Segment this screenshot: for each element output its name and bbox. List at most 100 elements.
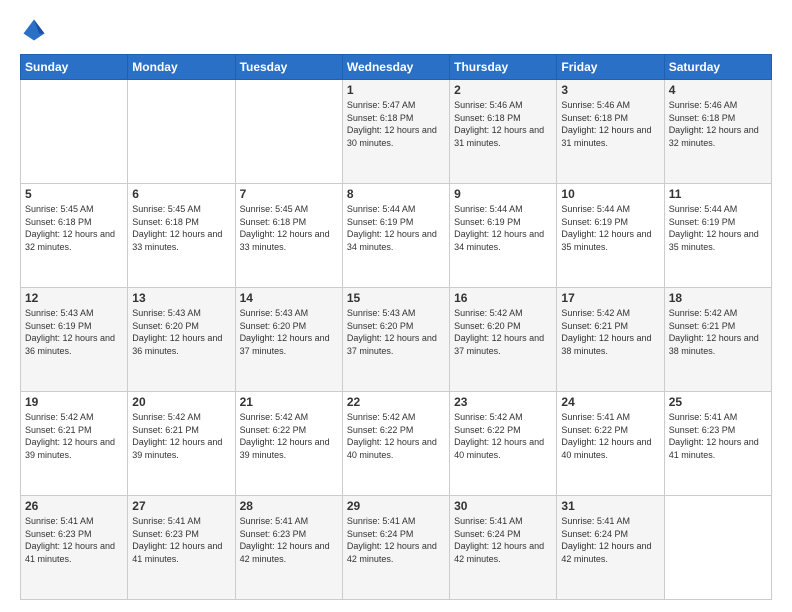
col-header-tuesday: Tuesday: [235, 55, 342, 80]
day-number: 28: [240, 499, 338, 513]
calendar-cell: 27 Sunrise: 5:41 AM Sunset: 6:23 PM Dayli…: [128, 496, 235, 600]
calendar-cell: 10 Sunrise: 5:44 AM Sunset: 6:19 PM Dayli…: [557, 184, 664, 288]
day-info: Sunrise: 5:41 AM Sunset: 6:23 PM Dayligh…: [25, 515, 123, 565]
calendar-cell: 6 Sunrise: 5:45 AM Sunset: 6:18 PM Daylig…: [128, 184, 235, 288]
calendar-cell: [664, 496, 771, 600]
calendar-cell: [128, 80, 235, 184]
day-info: Sunrise: 5:46 AM Sunset: 6:18 PM Dayligh…: [669, 99, 767, 149]
day-number: 15: [347, 291, 445, 305]
logo: [20, 16, 52, 44]
day-number: 27: [132, 499, 230, 513]
week-row-4: 19 Sunrise: 5:42 AM Sunset: 6:21 PM Dayli…: [21, 392, 772, 496]
calendar-cell: 18Sunrise: 5:42 AM Sunset: 6:21 PM Dayli…: [664, 288, 771, 392]
day-info: Sunrise: 5:42 AM Sunset: 6:22 PM Dayligh…: [240, 411, 338, 461]
day-number: 6: [132, 187, 230, 201]
calendar-cell: 15 Sunrise: 5:43 AM Sunset: 6:20 PM Dayli…: [342, 288, 449, 392]
day-number: 9: [454, 187, 552, 201]
day-info: Sunrise: 5:42 AM Sunset: 6:21 PM Dayligh…: [132, 411, 230, 461]
calendar-cell: 2Sunrise: 5:46 AM Sunset: 6:18 PM Daylig…: [450, 80, 557, 184]
calendar-header-row: SundayMondayTuesdayWednesdayThursdayFrid…: [21, 55, 772, 80]
day-number: 30: [454, 499, 552, 513]
calendar-cell: 14 Sunrise: 5:43 AM Sunset: 6:20 PM Dayli…: [235, 288, 342, 392]
calendar-cell: 30 Sunrise: 5:41 AM Sunset: 6:24 PM Dayli…: [450, 496, 557, 600]
calendar-cell: 11 Sunrise: 5:44 AM Sunset: 6:19 PM Dayli…: [664, 184, 771, 288]
calendar-cell: 28 Sunrise: 5:41 AM Sunset: 6:23 PM Dayli…: [235, 496, 342, 600]
day-number: 5: [25, 187, 123, 201]
day-number: 31: [561, 499, 659, 513]
calendar-cell: 24 Sunrise: 5:41 AM Sunset: 6:22 PM Dayli…: [557, 392, 664, 496]
calendar-cell: 13 Sunrise: 5:43 AM Sunset: 6:20 PM Dayli…: [128, 288, 235, 392]
day-number: 21: [240, 395, 338, 409]
calendar-cell: 19 Sunrise: 5:42 AM Sunset: 6:21 PM Dayli…: [21, 392, 128, 496]
week-row-5: 26Sunrise: 5:41 AM Sunset: 6:23 PM Dayli…: [21, 496, 772, 600]
calendar-table: SundayMondayTuesdayWednesdayThursdayFrid…: [20, 54, 772, 600]
day-info: Sunrise: 5:41 AM Sunset: 6:23 PM Dayligh…: [132, 515, 230, 565]
day-info: Sunrise: 5:41 AM Sunset: 6:23 PM Dayligh…: [669, 411, 767, 461]
col-header-thursday: Thursday: [450, 55, 557, 80]
page: SundayMondayTuesdayWednesdayThursdayFrid…: [0, 0, 792, 612]
calendar-cell: 9 Sunrise: 5:44 AM Sunset: 6:19 PM Daylig…: [450, 184, 557, 288]
calendar-cell: 22 Sunrise: 5:42 AM Sunset: 6:22 PM Dayli…: [342, 392, 449, 496]
header: [20, 16, 772, 44]
day-info: Sunrise: 5:46 AM Sunset: 6:18 PM Dayligh…: [454, 99, 552, 149]
calendar-cell: 17Sunrise: 5:42 AM Sunset: 6:21 PM Dayli…: [557, 288, 664, 392]
day-number: 20: [132, 395, 230, 409]
day-info: Sunrise: 5:42 AM Sunset: 6:21 PM Dayligh…: [25, 411, 123, 461]
day-info: Sunrise: 5:44 AM Sunset: 6:19 PM Dayligh…: [561, 203, 659, 253]
day-number: 24: [561, 395, 659, 409]
calendar-cell: 8Sunrise: 5:44 AM Sunset: 6:19 PM Daylig…: [342, 184, 449, 288]
day-number: 16: [454, 291, 552, 305]
day-number: 13: [132, 291, 230, 305]
day-number: 19: [25, 395, 123, 409]
calendar-cell: 12 Sunrise: 5:43 AM Sunset: 6:19 PM Dayli…: [21, 288, 128, 392]
day-number: 14: [240, 291, 338, 305]
day-info: Sunrise: 5:45 AM Sunset: 6:18 PM Dayligh…: [240, 203, 338, 253]
day-info: Sunrise: 5:45 AM Sunset: 6:18 PM Dayligh…: [132, 203, 230, 253]
col-header-saturday: Saturday: [664, 55, 771, 80]
day-number: 23: [454, 395, 552, 409]
day-info: Sunrise: 5:43 AM Sunset: 6:19 PM Dayligh…: [25, 307, 123, 357]
calendar-cell: 25 Sunrise: 5:41 AM Sunset: 6:23 PM Dayli…: [664, 392, 771, 496]
calendar-cell: 23 Sunrise: 5:42 AM Sunset: 6:22 PM Dayli…: [450, 392, 557, 496]
day-number: 29: [347, 499, 445, 513]
day-info: Sunrise: 5:42 AM Sunset: 6:22 PM Dayligh…: [454, 411, 552, 461]
day-info: Sunrise: 5:41 AM Sunset: 6:24 PM Dayligh…: [454, 515, 552, 565]
calendar-cell: 16 Sunrise: 5:42 AM Sunset: 6:20 PM Dayli…: [450, 288, 557, 392]
day-number: 11: [669, 187, 767, 201]
logo-icon: [20, 16, 48, 44]
calendar-cell: 5Sunrise: 5:45 AM Sunset: 6:18 PM Daylig…: [21, 184, 128, 288]
calendar-cell: 31Sunrise: 5:41 AM Sunset: 6:24 PM Dayli…: [557, 496, 664, 600]
day-number: 25: [669, 395, 767, 409]
week-row-3: 12 Sunrise: 5:43 AM Sunset: 6:19 PM Dayli…: [21, 288, 772, 392]
day-number: 12: [25, 291, 123, 305]
day-info: Sunrise: 5:43 AM Sunset: 6:20 PM Dayligh…: [240, 307, 338, 357]
day-info: Sunrise: 5:42 AM Sunset: 6:21 PM Dayligh…: [561, 307, 659, 357]
week-row-1: 1Sunrise: 5:47 AM Sunset: 6:18 PM Daylig…: [21, 80, 772, 184]
day-info: Sunrise: 5:41 AM Sunset: 6:22 PM Dayligh…: [561, 411, 659, 461]
day-info: Sunrise: 5:44 AM Sunset: 6:19 PM Dayligh…: [669, 203, 767, 253]
day-info: Sunrise: 5:42 AM Sunset: 6:22 PM Dayligh…: [347, 411, 445, 461]
calendar-cell: 7Sunrise: 5:45 AM Sunset: 6:18 PM Daylig…: [235, 184, 342, 288]
day-info: Sunrise: 5:47 AM Sunset: 6:18 PM Dayligh…: [347, 99, 445, 149]
calendar-cell: 21 Sunrise: 5:42 AM Sunset: 6:22 PM Dayli…: [235, 392, 342, 496]
day-info: Sunrise: 5:41 AM Sunset: 6:23 PM Dayligh…: [240, 515, 338, 565]
day-info: Sunrise: 5:42 AM Sunset: 6:21 PM Dayligh…: [669, 307, 767, 357]
calendar-cell: 26Sunrise: 5:41 AM Sunset: 6:23 PM Dayli…: [21, 496, 128, 600]
week-row-2: 5 Sunrise: 5:45 AM Sunset: 6:18 PM Daylig…: [21, 184, 772, 288]
day-info: Sunrise: 5:41 AM Sunset: 6:24 PM Dayligh…: [347, 515, 445, 565]
day-info: Sunrise: 5:42 AM Sunset: 6:20 PM Dayligh…: [454, 307, 552, 357]
calendar-cell: 4 Sunrise: 5:46 AM Sunset: 6:18 PM Daylig…: [664, 80, 771, 184]
calendar-cell: 1Sunrise: 5:47 AM Sunset: 6:18 PM Daylig…: [342, 80, 449, 184]
day-number: 3: [561, 83, 659, 97]
calendar-cell: [235, 80, 342, 184]
day-number: 4: [669, 83, 767, 97]
day-number: 8: [347, 187, 445, 201]
day-number: 22: [347, 395, 445, 409]
day-info: Sunrise: 5:44 AM Sunset: 6:19 PM Dayligh…: [454, 203, 552, 253]
col-header-friday: Friday: [557, 55, 664, 80]
day-info: Sunrise: 5:43 AM Sunset: 6:20 PM Dayligh…: [132, 307, 230, 357]
col-header-wednesday: Wednesday: [342, 55, 449, 80]
day-number: 10: [561, 187, 659, 201]
day-info: Sunrise: 5:43 AM Sunset: 6:20 PM Dayligh…: [347, 307, 445, 357]
calendar-cell: 29 Sunrise: 5:41 AM Sunset: 6:24 PM Dayli…: [342, 496, 449, 600]
